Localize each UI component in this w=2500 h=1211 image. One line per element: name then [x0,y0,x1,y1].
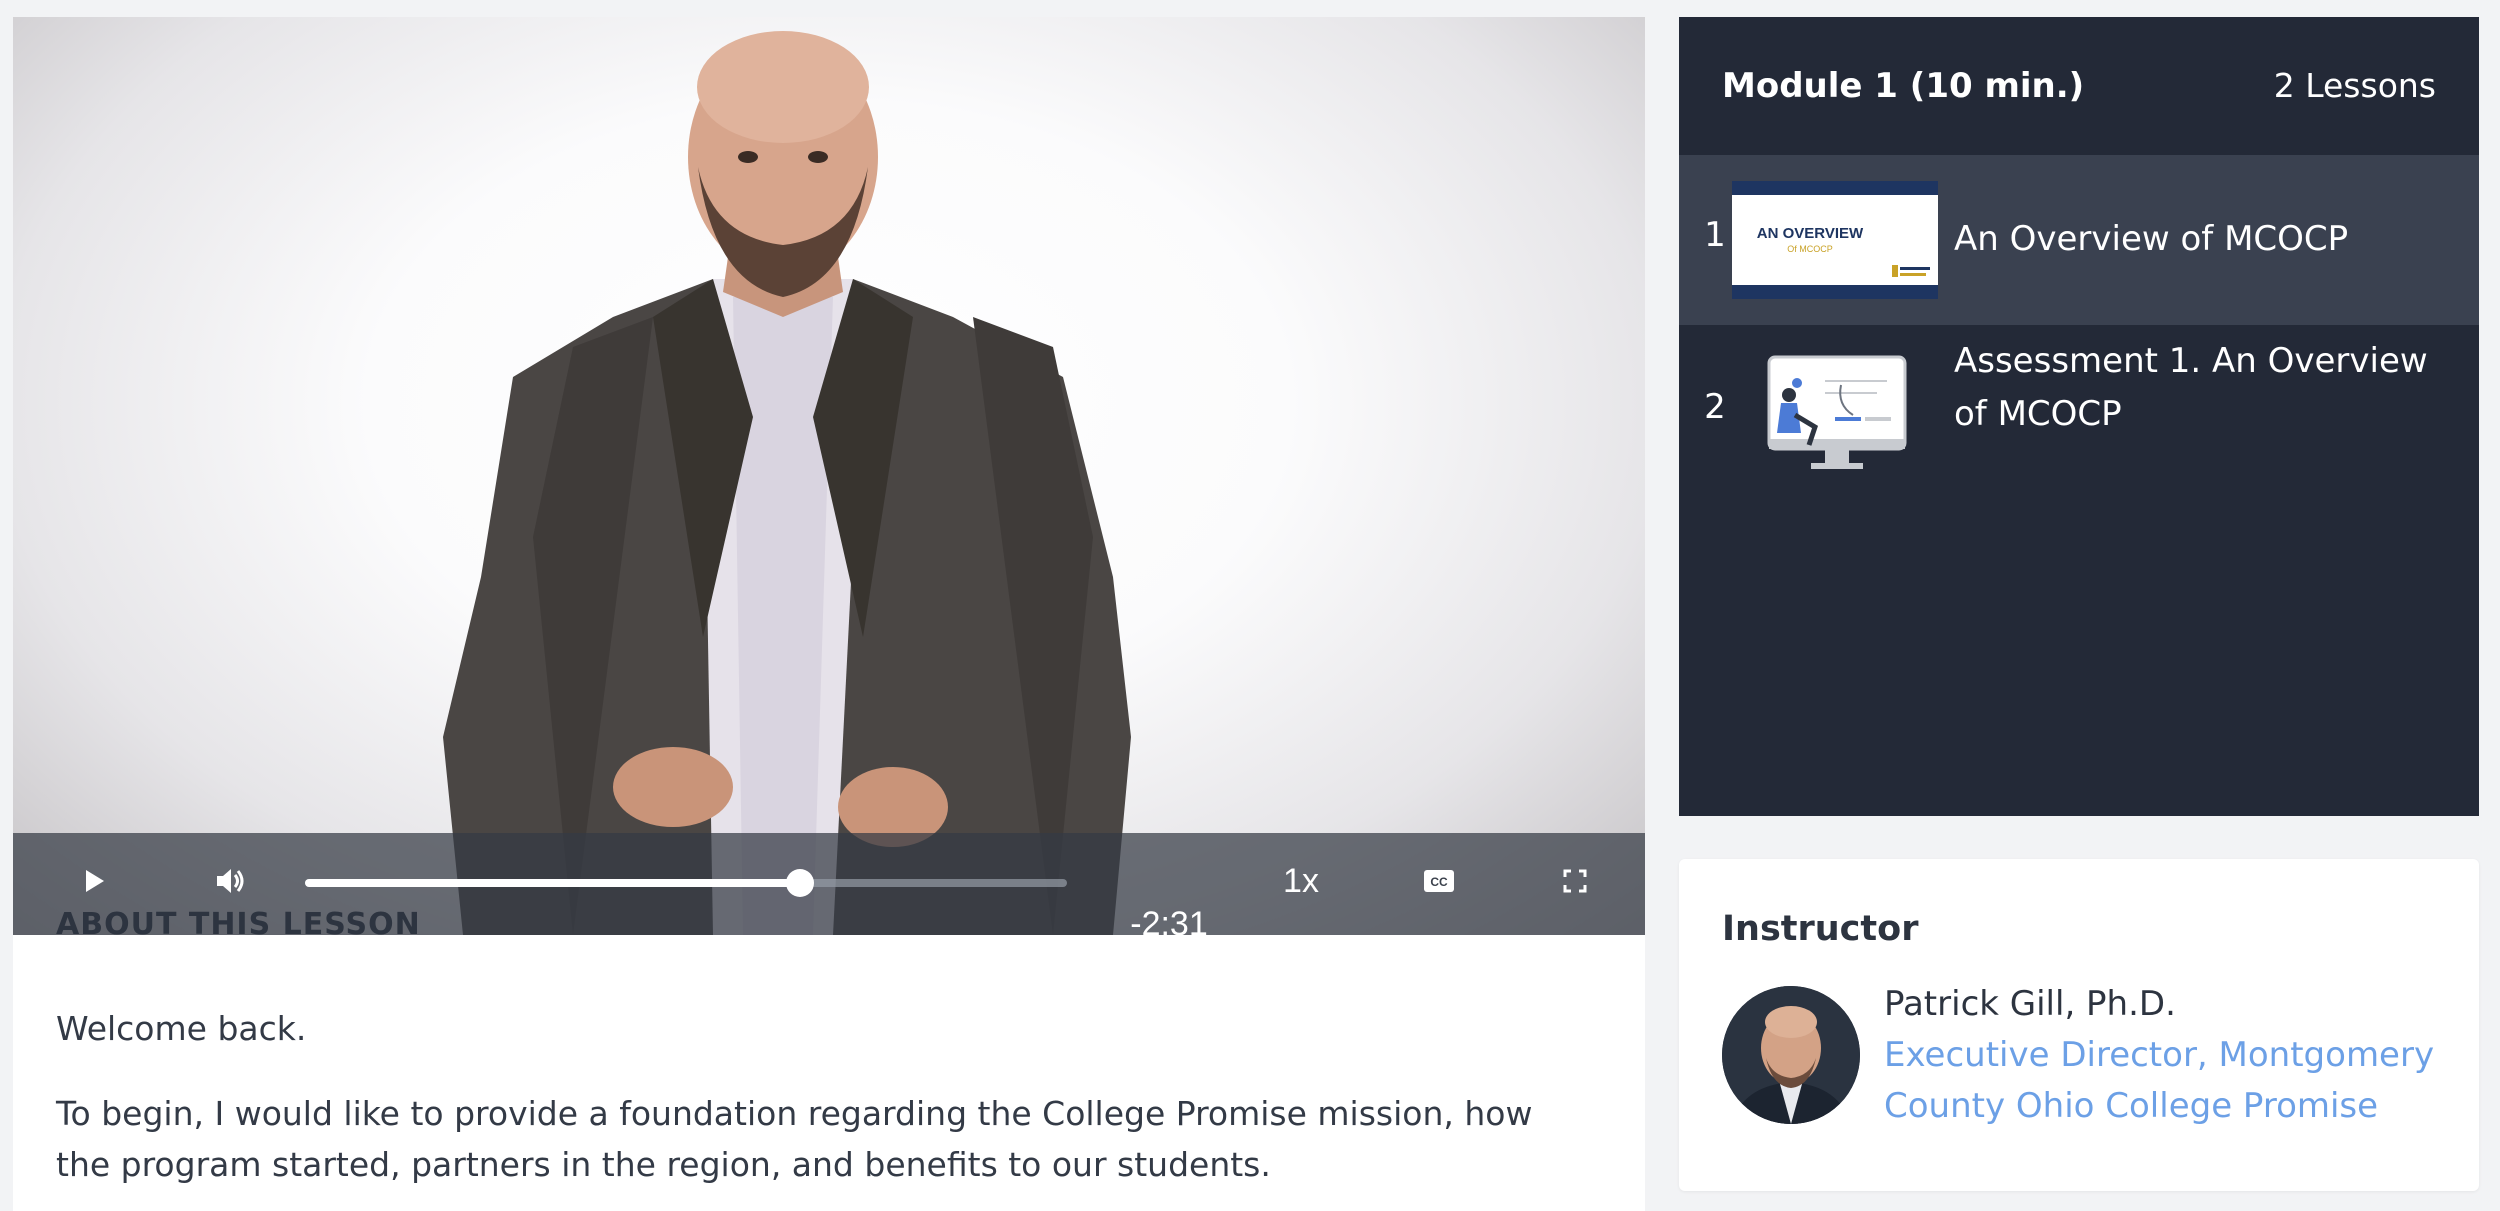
playback-speed-button[interactable]: 1x [1261,857,1341,905]
lesson-paragraph: To begin, I would like to provide a foun… [56,1094,1533,1184]
closed-captions-button[interactable]: CC [1411,853,1467,909]
progress-fill [305,879,801,887]
instructor-heading: Instructor [1722,909,1919,949]
thumb-subtitle: Of MCOCP [1787,244,1833,254]
progress-handle[interactable] [786,869,815,897]
time-remaining: -2:31 [1130,905,1208,935]
module-header: Module 1 (10 min.) 2 Lessons [1679,17,2479,154]
assessment-icon [1767,355,1907,469]
instructor-card: Instructor Patrick Gill, Ph.D. Executive… [1679,859,2479,1191]
lesson-content-card: 1x CC -2:31 ABOUT THIS LESSON Welcome ba… [13,17,1645,1211]
lesson-title: An Overview of MCOCP [1954,219,2349,259]
closed-captions-icon: CC [1424,870,1454,892]
module-lessons-panel: Module 1 (10 min.) 2 Lessons 1 AN OVERVI… [1679,17,2479,816]
fullscreen-button[interactable] [1547,853,1603,909]
avatar [1722,986,1860,1124]
instructor-photo [1722,986,1860,1124]
instructor-name: Patrick Gill, Ph.D. [1884,984,2176,1024]
presenter-video-frame [443,31,1131,935]
play-icon [86,870,104,892]
lesson-count: 2 Lessons [2273,66,2436,105]
module-title: Module 1 (10 min.) [1722,65,2085,106]
volume-button[interactable] [203,853,259,909]
instructor-role-link[interactable]: Executive Director, Montgomery County Oh… [1884,1030,2444,1132]
lesson-title: Assessment 1. An Overview of MCOCP [1954,341,2428,434]
lesson-description: Welcome back. To begin, I would like to … [56,1003,1596,1211]
lesson-number: 1 [1704,215,1726,255]
lesson-item-1[interactable]: 1 AN OVERVIEW Of MCOCP An Overview of MC… [1679,155,2479,325]
lesson-thumbnail-overview: AN OVERVIEW Of MCOCP [1732,181,1938,299]
about-lesson-heading: ABOUT THIS LESSON [56,907,421,937]
lesson-item-2[interactable]: 2 Assessment 1. An Overview of MCOCP [1679,325,2479,495]
video-player[interactable]: 1x CC -2:31 [13,17,1645,935]
svg-text:CC: CC [1430,875,1448,889]
progress-scrubber[interactable] [305,869,1067,897]
play-button[interactable] [67,853,123,909]
lesson-paragraph: Welcome back. [56,1009,307,1048]
lesson-number: 2 [1704,387,1726,427]
fullscreen-icon [1563,869,1587,893]
thumb-title: AN OVERVIEW [1757,225,1864,242]
volume-icon [217,869,244,893]
